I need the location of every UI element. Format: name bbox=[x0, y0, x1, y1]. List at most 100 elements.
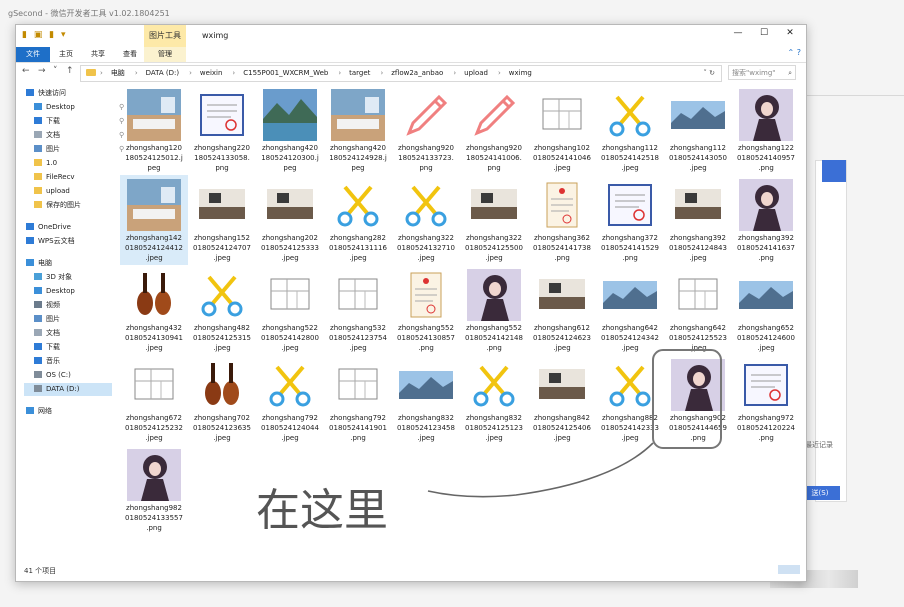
sidebar-item[interactable]: 文档 bbox=[34, 327, 60, 340]
file-item[interactable]: zhongshang982 0180524133557 .png bbox=[120, 445, 188, 535]
sidebar-item[interactable]: 音乐 bbox=[34, 355, 60, 368]
search-input[interactable]: 搜索"wximg" ⌕ bbox=[728, 65, 796, 80]
sidebar-item[interactable]: 下载 bbox=[34, 341, 60, 354]
file-item[interactable]: zhongshang792 0180524124044 .jpeg bbox=[256, 355, 324, 445]
file-item[interactable]: zhongshang972 0180524120224 .png bbox=[732, 355, 800, 445]
sidebar-item[interactable]: Desktop ⚲ bbox=[34, 101, 124, 114]
address-controls[interactable]: ˅ ↻ bbox=[703, 66, 715, 81]
sidebar-item[interactable]: 1.0 bbox=[34, 157, 57, 170]
file-item[interactable]: zhongshang102 0180524141046 .jpeg bbox=[528, 85, 596, 175]
file-item[interactable]: zhongshang832 0180524123458 .jpeg bbox=[392, 355, 460, 445]
file-item[interactable]: zhongshang552 0180524130857 .png bbox=[392, 265, 460, 355]
sidebar-item[interactable]: upload bbox=[34, 185, 70, 198]
file-item[interactable]: zhongshang112 0180524143050 .jpeg bbox=[664, 85, 732, 175]
breadcrumb-item[interactable]: C155P001_WXCRM_Web bbox=[243, 69, 328, 77]
file-item[interactable]: zhongshang792 0180524141901 .png bbox=[324, 355, 392, 445]
sidebar-item[interactable]: 电脑 bbox=[26, 257, 52, 270]
breadcrumb-item[interactable]: wximg bbox=[509, 69, 532, 77]
sidebar-item[interactable]: WPS云文档 bbox=[26, 235, 75, 248]
sidebar-item[interactable]: OneDrive bbox=[26, 221, 71, 234]
sidebar-item[interactable]: 图片 ⚲ bbox=[34, 143, 124, 156]
search-icon[interactable]: ⌕ bbox=[788, 66, 792, 81]
file-item[interactable]: zhongshang532 0180524123754 .jpeg bbox=[324, 265, 392, 355]
minimize-icon[interactable]: — bbox=[728, 28, 748, 44]
close-icon[interactable]: ✕ bbox=[780, 28, 800, 44]
file-item[interactable]: zhongshang432 0180524130941 .jpeg bbox=[120, 265, 188, 355]
file-item[interactable]: zhongshang832 0180524125123 .jpeg bbox=[460, 355, 528, 445]
sidebar-item[interactable]: 网络 bbox=[26, 405, 52, 418]
file-item[interactable]: zhongshang882 0180524142333 .jpeg bbox=[596, 355, 664, 445]
quick-access-toolbar[interactable]: ▮ ▣ ▮ ▾ bbox=[22, 30, 68, 40]
file-item[interactable]: zhongshang362 0180524141738 .png bbox=[528, 175, 596, 265]
file-item[interactable]: zhongshang672 0180524125232 .jpeg bbox=[120, 355, 188, 445]
file-item[interactable]: zhongshang202 0180524125333 .jpeg bbox=[256, 175, 324, 265]
file-name: zhongshang362 0180524141738 .png bbox=[528, 233, 596, 263]
sidebar-item[interactable]: DATA (D:) bbox=[24, 383, 112, 396]
file-name-line: 0180524130941 bbox=[125, 334, 183, 342]
file-item[interactable]: zhongshang920 180524133723. png bbox=[392, 85, 460, 175]
sidebar-item[interactable]: 下载 ⚲ bbox=[34, 115, 124, 128]
file-item[interactable]: zhongshang482 0180524125315 .jpeg bbox=[188, 265, 256, 355]
sidebar-item[interactable]: OS (C:) bbox=[34, 369, 71, 382]
file-item[interactable]: zhongshang420 180524124928.j peg bbox=[324, 85, 392, 175]
file-item[interactable]: zhongshang392 0180524124843 .jpeg bbox=[664, 175, 732, 265]
file-item[interactable]: zhongshang420 180524120300.j peg bbox=[256, 85, 324, 175]
file-item[interactable]: zhongshang372 0180524141529 .png bbox=[596, 175, 664, 265]
tab-file[interactable]: 文件 bbox=[16, 47, 50, 62]
sidebar-item[interactable]: 3D 对象 bbox=[34, 271, 72, 284]
file-item[interactable]: zhongshang220 180524133058. png bbox=[188, 85, 256, 175]
tab-view[interactable]: 查看 bbox=[118, 47, 142, 62]
file-item[interactable]: zhongshang142 0180524124412 .jpeg bbox=[120, 175, 188, 265]
breadcrumb-item[interactable]: upload bbox=[464, 69, 488, 77]
thumbnail-sketch bbox=[127, 359, 181, 411]
sidebar-item[interactable]: 图片 bbox=[34, 313, 60, 326]
sidebar-item[interactable]: Desktop bbox=[34, 285, 75, 298]
background-link[interactable]: 最近记录 bbox=[805, 440, 833, 450]
sidebar-item[interactable]: 视频 bbox=[34, 299, 60, 312]
file-item[interactable]: zhongshang642 0180524124342 .jpeg bbox=[596, 265, 664, 355]
file-item[interactable]: zhongshang702 0180524123635 .jpeg bbox=[188, 355, 256, 445]
breadcrumb-item[interactable]: DATA (D:) bbox=[146, 69, 179, 77]
tab-share[interactable]: 共享 bbox=[86, 47, 110, 62]
file-item[interactable]: zhongshang112 0180524142518 .jpeg bbox=[596, 85, 664, 175]
sidebar-item[interactable]: 保存的图片 bbox=[34, 199, 81, 212]
breadcrumb-item[interactable]: weixin bbox=[200, 69, 223, 77]
file-item[interactable]: zhongshang322 0180524132710 .jpeg bbox=[392, 175, 460, 265]
file-item[interactable]: zhongshang122 0180524140957 .png bbox=[732, 85, 800, 175]
sidebar-item[interactable]: FileRecv bbox=[34, 171, 75, 184]
tab-home[interactable]: 主页 bbox=[54, 47, 78, 62]
file-name-line: zhongshang642 bbox=[602, 324, 658, 332]
file-item[interactable]: zhongshang652 0180524124600 .jpeg bbox=[732, 265, 800, 355]
background-dialog-header bbox=[822, 160, 846, 182]
file-name-line: 0180524142518 bbox=[601, 154, 659, 162]
maximize-icon[interactable]: ☐ bbox=[754, 28, 774, 44]
back-icon[interactable]: ← bbox=[22, 66, 30, 76]
file-item[interactable]: zhongshang842 0180524125406 .jpeg bbox=[528, 355, 596, 445]
file-item[interactable]: zhongshang322 0180524125500 .jpeg bbox=[460, 175, 528, 265]
forward-icon[interactable]: → bbox=[38, 66, 46, 76]
address-bar[interactable]: › 电脑 › DATA (D:) › weixin › C155P001_WXCRM_Web ›… bbox=[80, 65, 722, 82]
file-item[interactable]: zhongshang612 0180524124623 .jpeg bbox=[528, 265, 596, 355]
file-item[interactable]: zhongshang902 0180524144659 .png bbox=[664, 355, 732, 445]
file-item[interactable]: zhongshang522 0180524142800 .jpeg bbox=[256, 265, 324, 355]
file-item[interactable]: zhongshang120 180524125012.j peg bbox=[120, 85, 188, 175]
file-item[interactable]: zhongshang920 180524141006. png bbox=[460, 85, 528, 175]
thumbnail-license bbox=[535, 179, 589, 231]
file-item[interactable]: zhongshang152 0180524124707 .jpeg bbox=[188, 175, 256, 265]
sidebar-item[interactable]: 文档 ⚲ bbox=[34, 129, 124, 142]
recent-dropdown-icon[interactable]: ˅ bbox=[53, 66, 58, 76]
background-app-title: gSecond - 微信开发者工具 v1.02.1804251 bbox=[8, 9, 170, 18]
up-icon[interactable]: ↑ bbox=[66, 66, 74, 76]
breadcrumb-item[interactable]: zflow2a_anbao bbox=[391, 69, 443, 77]
view-mode-icon[interactable] bbox=[778, 565, 800, 574]
picture-tools-context-tab[interactable]: 图片工具 bbox=[144, 25, 186, 47]
file-item[interactable]: zhongshang282 0180524131116 .jpeg bbox=[324, 175, 392, 265]
file-item[interactable]: zhongshang552 0180524142148 .png bbox=[460, 265, 528, 355]
breadcrumb-item[interactable]: 电脑 bbox=[111, 69, 125, 77]
file-item[interactable]: zhongshang642 0180524125523 .jpeg bbox=[664, 265, 732, 355]
breadcrumb-item[interactable]: target bbox=[349, 69, 370, 77]
help-icon[interactable]: ⌃ ? bbox=[788, 48, 802, 57]
file-item[interactable]: zhongshang392 0180524141637 .png bbox=[732, 175, 800, 265]
sidebar-item[interactable]: 快速访问 bbox=[26, 87, 66, 100]
tab-manage[interactable]: 管理 bbox=[144, 47, 186, 62]
